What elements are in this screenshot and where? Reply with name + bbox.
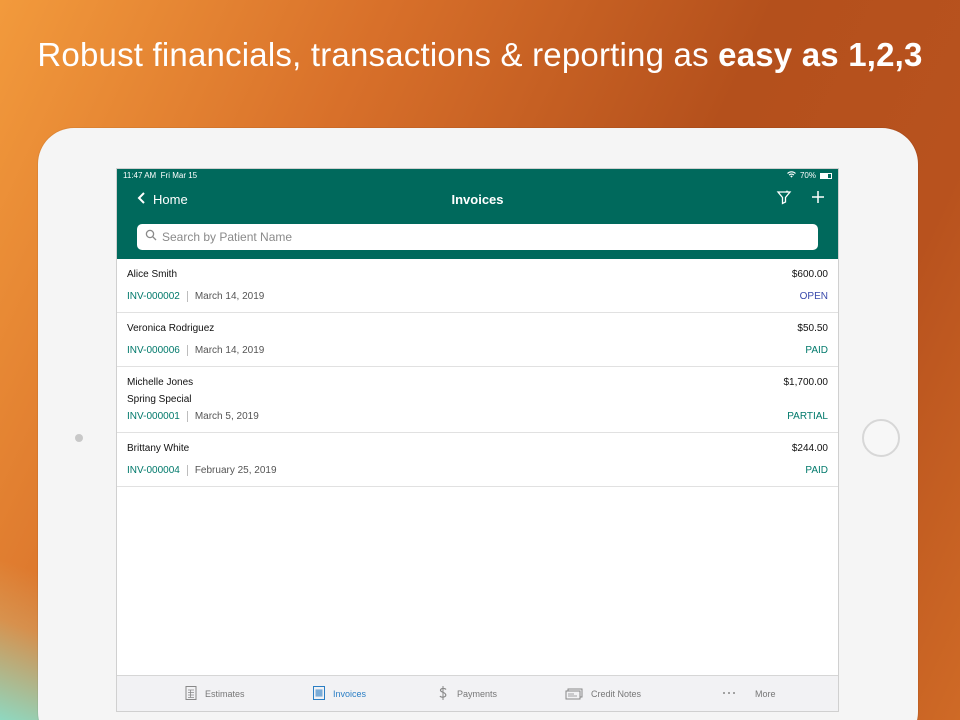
tab-label: Payments (457, 688, 498, 699)
estimates-icon (183, 685, 199, 703)
nav-actions (776, 189, 826, 210)
wifi-icon (787, 169, 796, 183)
app-screen: 11:47 AM Fri Mar 15 70% Home Invoices Se… (116, 168, 839, 712)
status-bar: 11:47 AM Fri Mar 15 70% (117, 169, 838, 183)
tab-bar: Estimates Invoices Payments Credit Notes… (117, 675, 838, 711)
nav-row: Home Invoices (117, 183, 838, 215)
page-title: Invoices (451, 191, 504, 207)
tab-label: Credit Notes (591, 688, 642, 699)
back-button[interactable]: Home (137, 192, 188, 207)
invoice-meta: INV-000001 March 5, 2019 (127, 411, 259, 422)
search-box[interactable] (137, 224, 818, 250)
invoice-list: Alice Smith $600.00 INV-000002 March 14,… (117, 259, 838, 487)
invoice-amount: $600.00 (791, 269, 828, 280)
home-button[interactable] (862, 419, 900, 457)
more-icon (721, 685, 737, 703)
invoices-icon (311, 685, 327, 703)
invoice-row[interactable]: Alice Smith $600.00 INV-000002 March 14,… (117, 259, 838, 313)
invoice-amount: $244.00 (791, 443, 828, 454)
invoice-number: INV-000001 (127, 411, 188, 422)
invoice-meta: INV-000004 February 25, 2019 (127, 465, 277, 476)
invoice-number: INV-000004 (127, 465, 188, 476)
tab-payments[interactable]: Payments (435, 685, 497, 703)
battery-percent: 70% (799, 171, 816, 180)
search-icon (145, 228, 157, 246)
top-bar: 11:47 AM Fri Mar 15 70% Home Invoices (117, 169, 838, 259)
tab-estimates[interactable]: Estimates (183, 685, 245, 703)
headline: Robust financials, transactions & report… (0, 36, 960, 74)
filter-icon[interactable] (776, 189, 792, 210)
tab-label: Invoices (333, 688, 367, 699)
invoice-number: INV-000002 (127, 291, 188, 302)
status-badge: PARTIAL (787, 411, 828, 422)
invoice-date: March 14, 2019 (194, 291, 265, 302)
search-container (117, 215, 838, 250)
back-label: Home (153, 191, 188, 207)
tab-credit-notes[interactable]: Credit Notes (565, 685, 641, 703)
chevron-left-icon (137, 191, 147, 207)
patient-name: Veronica Rodriguez (127, 323, 215, 334)
invoice-subtitle: Spring Special (127, 394, 192, 405)
invoice-row[interactable]: Veronica Rodriguez $50.50 INV-000006 Mar… (117, 313, 838, 367)
invoice-row[interactable]: Brittany White $244.00 INV-000004 Februa… (117, 433, 838, 487)
add-icon[interactable] (810, 189, 826, 210)
invoice-meta: INV-000006 March 14, 2019 (127, 345, 264, 356)
invoice-date: March 14, 2019 (194, 345, 265, 356)
dollar-icon (435, 685, 451, 703)
status-time: 11:47 AM (123, 171, 157, 180)
battery-icon (820, 173, 832, 179)
front-camera (75, 434, 83, 442)
status-date: Fri Mar 15 (160, 171, 198, 180)
headline-bold: easy as 1,2,3 (718, 36, 923, 73)
tab-invoices[interactable]: Invoices (311, 685, 366, 703)
invoice-meta: INV-000002 March 14, 2019 (127, 291, 264, 302)
invoice-amount: $1,700.00 (783, 377, 829, 388)
invoice-number: INV-000006 (127, 345, 188, 356)
headline-regular: Robust financials, transactions & report… (37, 36, 719, 73)
status-badge: PAID (805, 345, 828, 356)
patient-name: Michelle Jones (127, 377, 194, 388)
status-badge: PAID (805, 465, 828, 476)
invoice-date: February 25, 2019 (194, 465, 277, 476)
invoice-row[interactable]: Michelle Jones $1,700.00 Spring Special … (117, 367, 838, 433)
status-badge: OPEN (799, 291, 828, 302)
patient-name: Alice Smith (127, 269, 178, 280)
tab-more[interactable]: More (721, 685, 776, 703)
patient-name: Brittany White (127, 443, 190, 454)
invoice-date: March 5, 2019 (194, 411, 259, 422)
tab-label: Estimates (205, 688, 245, 699)
credit-notes-icon (565, 685, 585, 703)
search-input[interactable] (162, 230, 810, 244)
tab-label: More (755, 688, 776, 699)
invoice-amount: $50.50 (797, 323, 828, 334)
